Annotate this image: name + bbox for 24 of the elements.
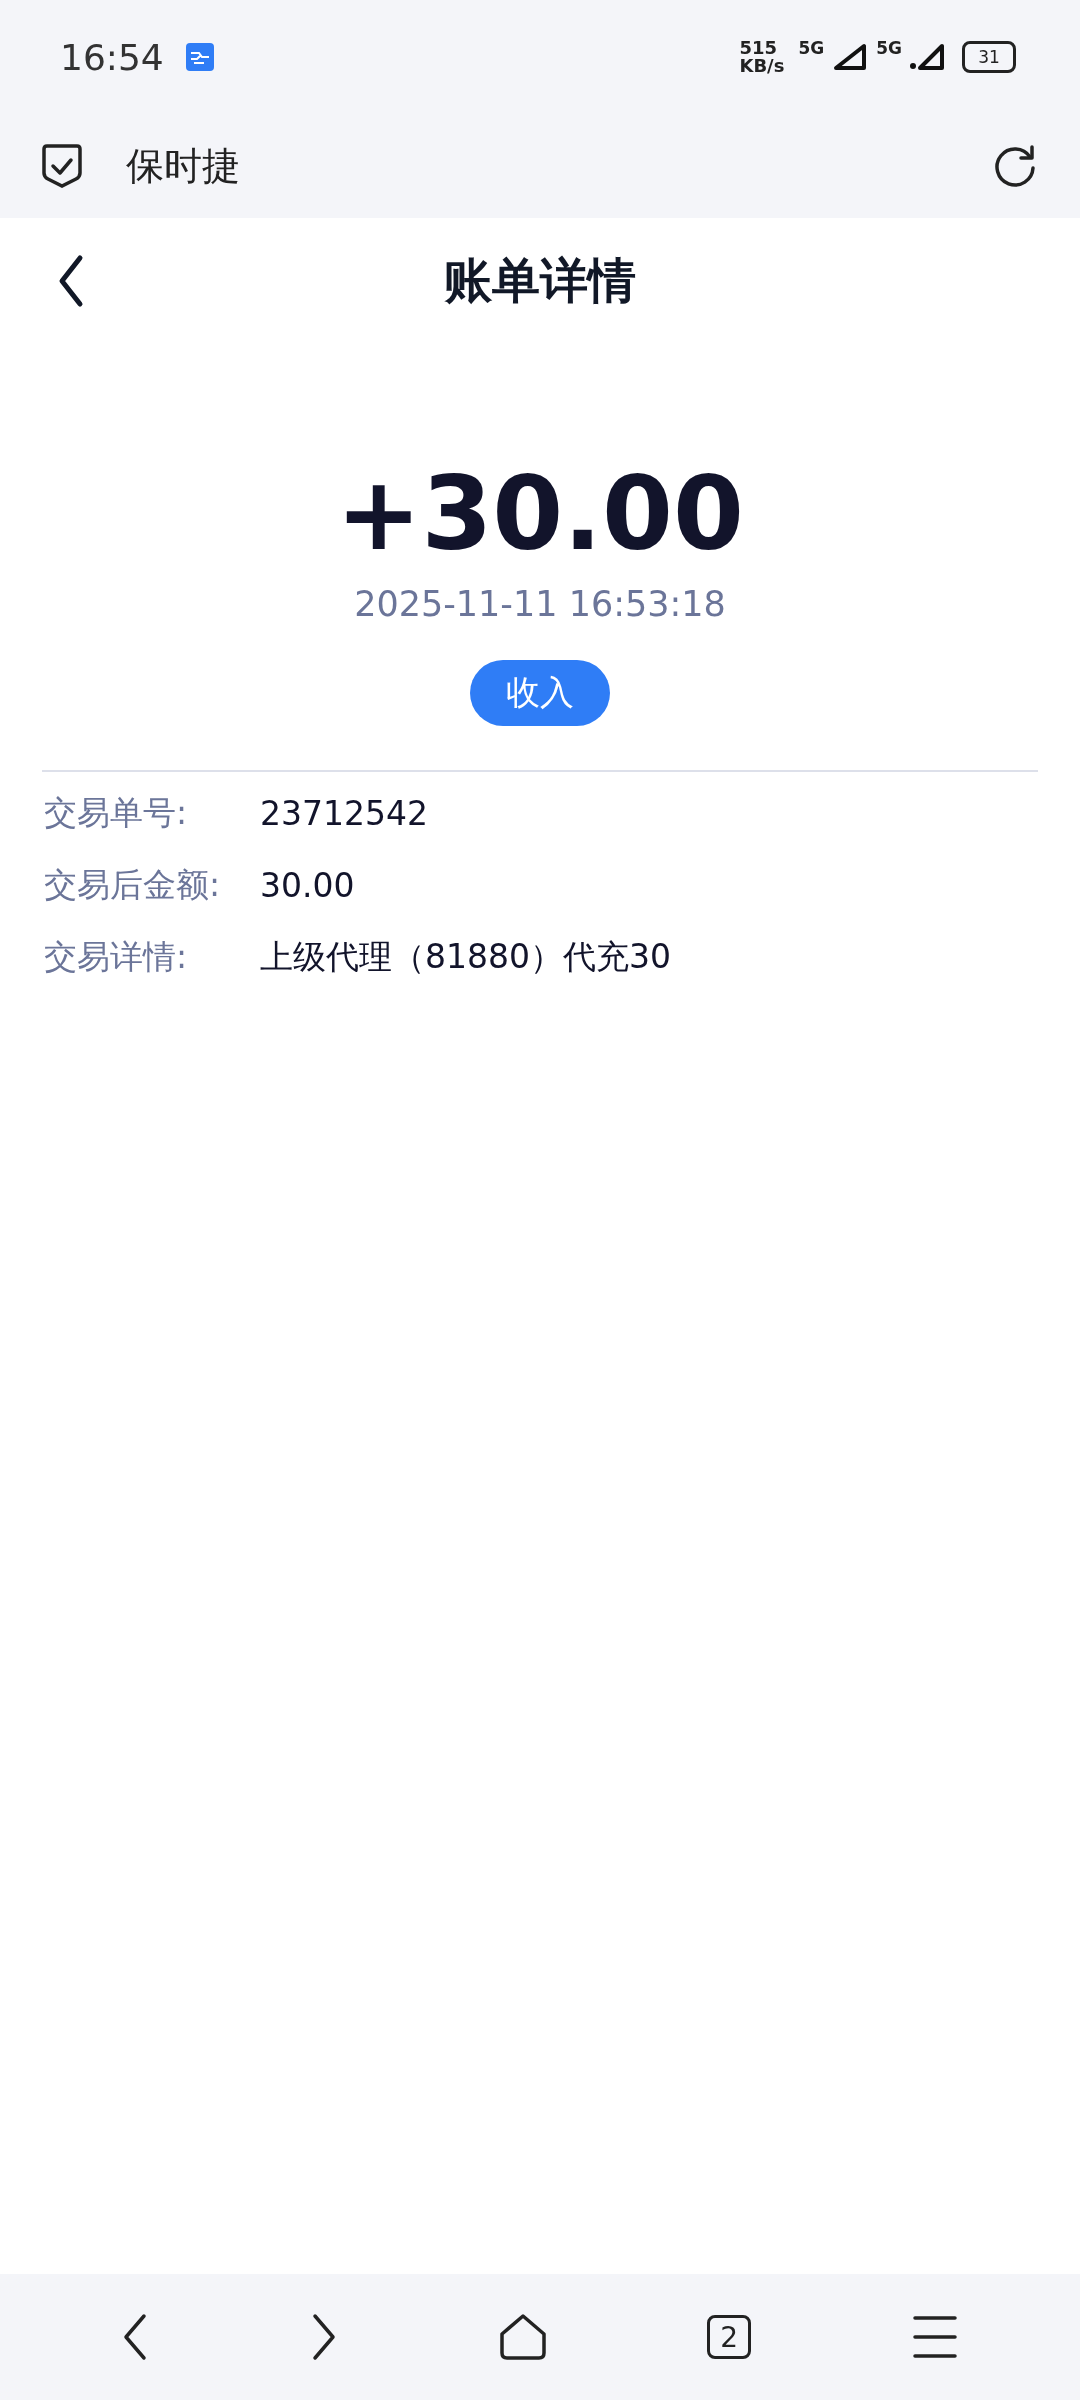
signal-icon [832, 42, 869, 72]
signal-icon [910, 42, 946, 72]
detail-value: 上级代理（81880）代充30 [260, 935, 671, 978]
network-speed-unit: KB/s [739, 57, 785, 75]
site-title: 保时捷 [126, 142, 240, 190]
detail-label: 交易后金额: [44, 863, 222, 906]
detail-label: 交易详情: [44, 935, 189, 978]
refresh-icon[interactable] [992, 143, 1038, 189]
status-time: 16:54 [60, 36, 164, 78]
transaction-time: 2025-11-11 16:53:18 [354, 584, 726, 624]
app-notification-icon [185, 43, 214, 71]
network-type: 5G [798, 38, 825, 58]
detail-value: 23712542 [260, 793, 428, 833]
home-icon[interactable] [497, 2312, 548, 2362]
network-speed: 515 [739, 39, 778, 57]
tabs-button[interactable]: 2 [707, 2315, 752, 2359]
income-badge: 收入 [470, 660, 610, 726]
battery-icon: 31 [962, 41, 1016, 73]
network-type: 5G [876, 38, 902, 58]
transaction-amount: +30.00 [335, 454, 745, 574]
detail-value: 30.00 [260, 865, 355, 905]
shield-check-icon[interactable] [40, 143, 84, 189]
detail-label: 交易单号: [44, 791, 189, 834]
page-title: 账单详情 [444, 251, 636, 310]
